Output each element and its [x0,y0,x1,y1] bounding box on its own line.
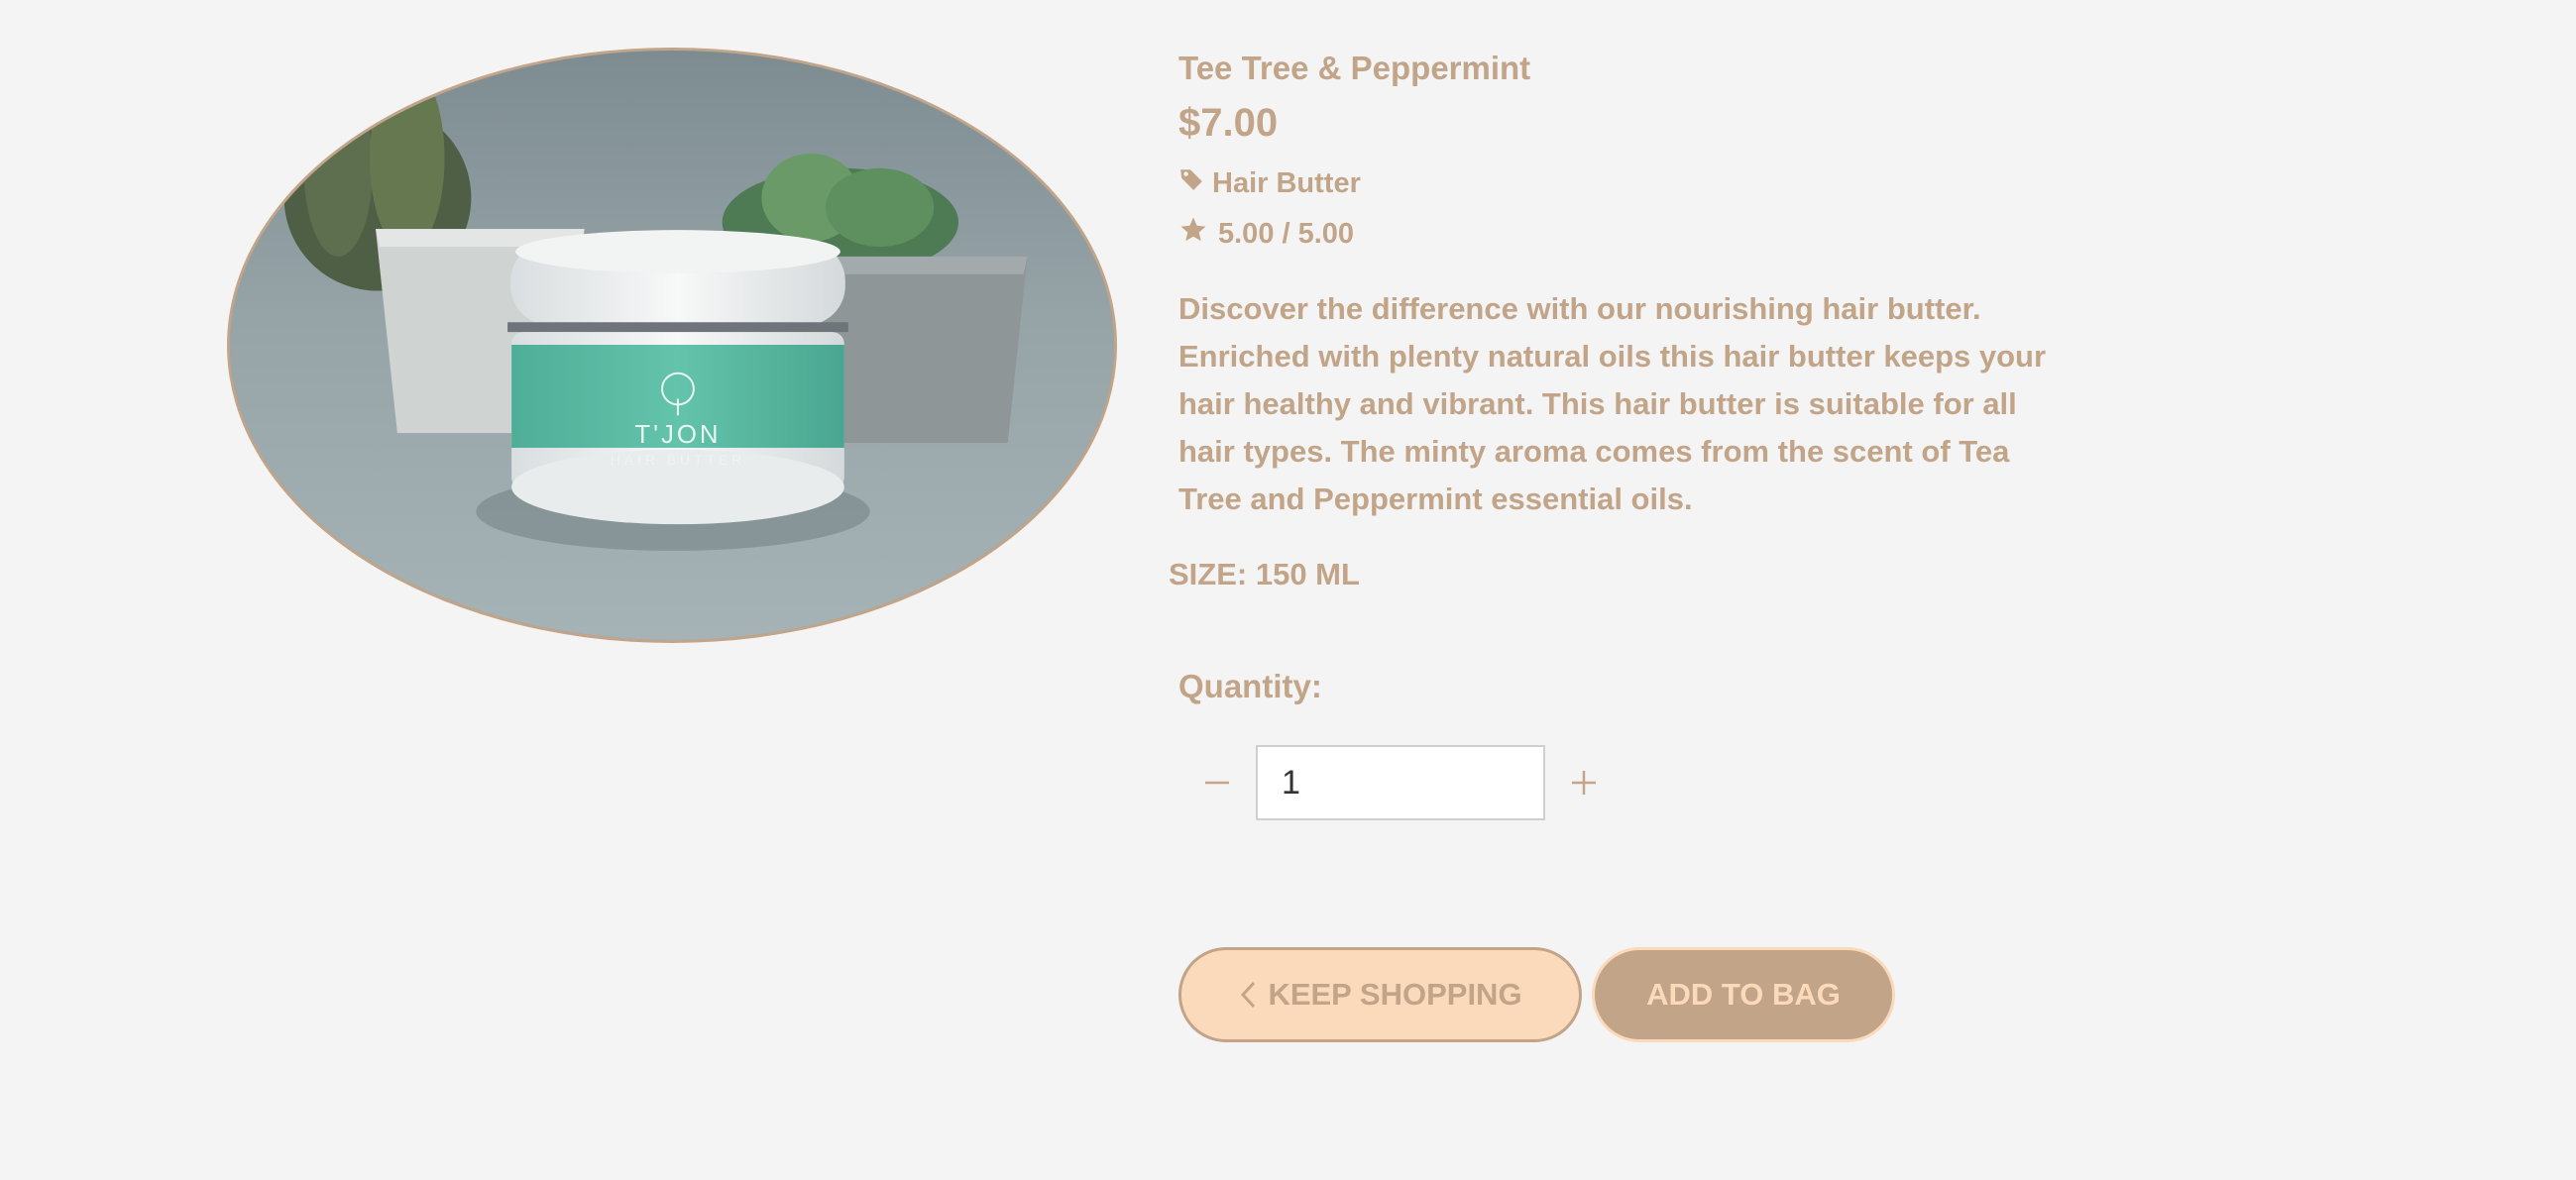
product-page: T'JON HAIR BUTTER Tee Tree & Peppermint … [0,0,2576,1180]
decrease-quantity-button[interactable] [1178,745,1256,820]
hair-butter-jar: T'JON HAIR BUTTER [507,230,848,525]
rating-value: 5.00 / 5.00 [1218,217,1355,250]
svg-text:T'JON: T'JON [634,421,721,449]
keep-shopping-label: KEEP SHOPPING [1268,977,1522,1012]
add-to-bag-button[interactable]: ADD TO BAG [1592,947,1895,1042]
product-rating: 5.00 / 5.00 [1178,215,1354,253]
star-icon [1178,215,1208,253]
chevron-left-icon [1241,981,1256,1009]
action-buttons: KEEP SHOPPING ADD TO BAG [1178,947,1895,1042]
product-description: Discover the difference with our nourish… [1178,291,2047,516]
product-price: $7.00 [1178,101,1279,145]
keep-shopping-button[interactable]: KEEP SHOPPING [1178,947,1582,1042]
svg-text:HAIR BUTTER: HAIR BUTTER [611,452,745,468]
product-image: T'JON HAIR BUTTER [227,48,1117,643]
increase-quantity-button[interactable] [1545,745,1623,820]
category-label: Hair Butter [1212,166,1361,199]
plus-icon [1572,771,1596,795]
quantity-label: Quantity: [1178,668,1322,704]
product-title: Tee Tree & Peppermint [1178,50,1531,86]
add-to-bag-label: ADD TO BAG [1646,977,1841,1012]
quantity-stepper [1178,745,1623,820]
quantity-input[interactable] [1256,745,1545,820]
tag-icon [1178,166,1204,200]
product-photo: T'JON HAIR BUTTER [230,51,1114,640]
product-size: SIZE: 150 ML [1169,557,1360,591]
product-category[interactable]: Hair Butter [1178,166,1361,200]
minus-icon [1205,781,1229,785]
